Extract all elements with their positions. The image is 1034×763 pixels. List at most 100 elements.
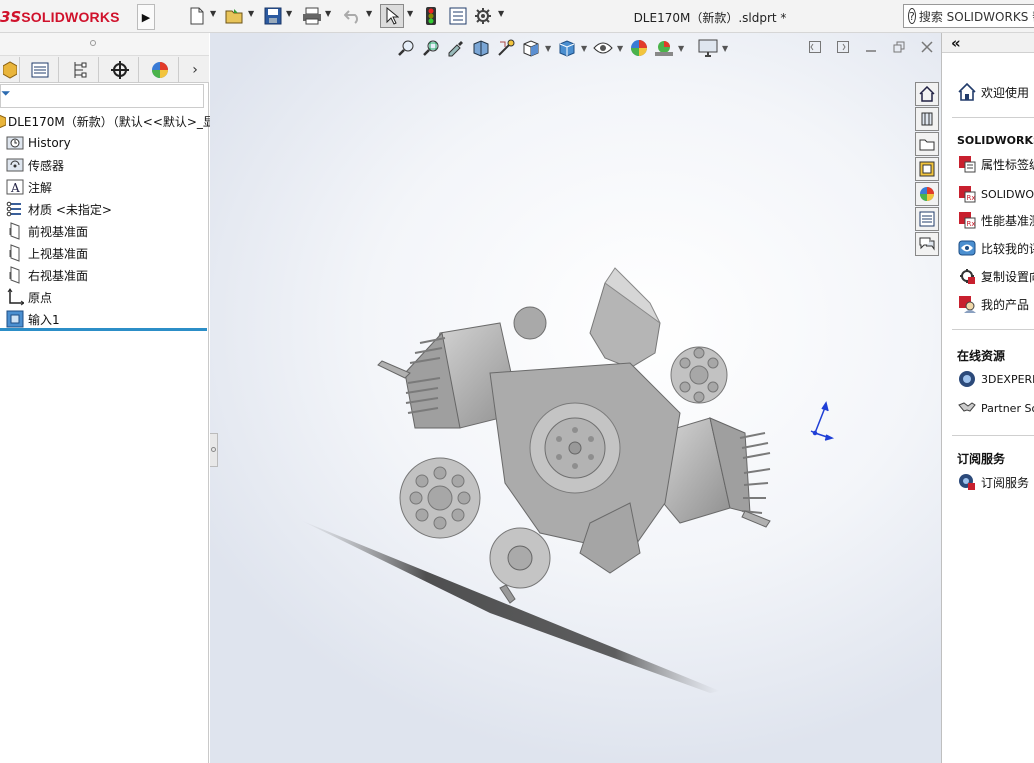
tab-scroll-right[interactable]: ›: [181, 57, 209, 82]
property-tab-builder-link[interactable]: 属性标签编制程序: [957, 153, 1034, 175]
property-manager-tab[interactable]: [21, 57, 59, 82]
file-properties-icon[interactable]: [447, 5, 469, 27]
intake-manifold: [513, 267, 661, 369]
tool-label: 我的产品: [981, 297, 1030, 312]
custom-properties-tab[interactable]: [915, 207, 939, 231]
ds-logo-mark: 3S: [0, 8, 22, 26]
tree-item-imported-1[interactable]: 输入1: [5, 308, 60, 330]
welcome-label: 欢迎使用: [981, 85, 1030, 100]
history-icon: [5, 134, 25, 152]
plane-icon: [5, 266, 25, 284]
traffic-light-icon[interactable]: [420, 5, 442, 27]
collapse-pane-icon[interactable]: «: [951, 34, 961, 52]
my-products-link[interactable]: 我的产品: [957, 293, 1029, 315]
tree-item-label: 原点: [28, 290, 53, 305]
tools-section-title: SOLIDWORKS 工具: [957, 134, 1034, 147]
tree-item-annotations[interactable]: A 注解: [5, 176, 52, 198]
compare-score-icon: [957, 238, 977, 258]
undo-dropdown-icon[interactable]: ▼: [366, 9, 372, 18]
feature-manager-panel: › ⏷ DLE170M（新款）（默认<<默认>_显示状态 1>） History…: [0, 33, 284, 763]
feature-manager-tab[interactable]: [0, 57, 20, 82]
tree-item-front-plane[interactable]: 前视基准面: [5, 220, 88, 242]
tree-item-sensors[interactable]: 传感器: [5, 154, 64, 176]
annotation-icon: A: [5, 178, 25, 196]
rollback-bar[interactable]: [0, 328, 207, 331]
help-search-input[interactable]: ? 搜索 SOLIDWORKS 帮助: [903, 4, 1034, 28]
new-dropdown-icon[interactable]: ▼: [210, 9, 216, 18]
graphics-area[interactable]: ▼ ▼ ▼ ▼ ▼: [210, 33, 941, 763]
copy-settings-link[interactable]: 复制设置向导: [957, 265, 1034, 287]
undo-icon[interactable]: [342, 5, 364, 27]
welcome-link[interactable]: 欢迎使用: [957, 81, 1029, 103]
print-dropdown-icon[interactable]: ▼: [325, 9, 331, 18]
appearances-tab[interactable]: [915, 182, 939, 206]
tree-item-label: 传感器: [28, 158, 65, 173]
subscription-link[interactable]: 订阅服务: [957, 471, 1029, 493]
task-pane-tab-strip: [915, 82, 939, 257]
engine-model-render[interactable]: [210, 33, 941, 763]
options-dropdown-icon[interactable]: ▼: [498, 9, 504, 18]
dimxpert-tab[interactable]: [101, 57, 139, 82]
partner-solutions-icon: [957, 398, 977, 418]
tool-label: 复制设置向导: [981, 269, 1034, 284]
tree-item-history[interactable]: History: [5, 132, 71, 154]
save-icon[interactable]: [262, 5, 284, 27]
property-tab-builder-icon: [957, 154, 977, 174]
upper-right-disc: [670, 346, 728, 404]
select-dropdown-icon[interactable]: ▼: [407, 9, 413, 18]
3dexperience-link[interactable]: 3DEXPERIENCE Marketplace: [957, 368, 1034, 390]
plane-icon: [5, 244, 25, 262]
open-icon[interactable]: [224, 5, 246, 27]
search-placeholder: 搜索 SOLIDWORKS 帮助: [918, 9, 1034, 24]
title-bar: 3S SOLIDWORKS ▶ ▼ ▼ ▼ ▼ ▼ ▼ ▼ DLE170M（新款…: [0, 0, 1034, 33]
task-pane: « 欢迎使用 SOLIDWORKS 工具 属性标签编制程序 Rx SOLIDWO…: [941, 33, 1034, 763]
tree-item-right-plane[interactable]: 右视基准面: [5, 264, 88, 286]
select-icon[interactable]: [380, 4, 404, 28]
options-gear-icon[interactable]: [472, 5, 494, 27]
benchmark-link[interactable]: Rx 性能基准测试: [957, 209, 1034, 231]
tree-item-label: 右视基准面: [28, 268, 89, 283]
divider: [952, 117, 1034, 118]
solidworks-resources-tab[interactable]: [915, 82, 939, 106]
tree-item-top-plane[interactable]: 上视基准面: [5, 242, 88, 264]
solidworks-wordmark: SOLIDWORKS: [21, 9, 120, 25]
help-question-icon: ?: [908, 8, 916, 24]
divider: [952, 435, 1034, 436]
online-label: 3DEXPERIENCE Marketplace: [981, 372, 1034, 386]
3dexperience-icon: [957, 369, 977, 389]
subscription-section-title: 订阅服务: [957, 452, 1006, 466]
tree-item-label: 注解: [28, 180, 53, 195]
open-dropdown-icon[interactable]: ▼: [248, 9, 254, 18]
panel-grip[interactable]: [0, 33, 209, 55]
configuration-manager-tab[interactable]: [61, 57, 99, 82]
subscription-icon: [957, 472, 977, 492]
solidworks-rx-icon: Rx: [957, 184, 977, 204]
compare-score-link[interactable]: 比较我的评分: [957, 237, 1034, 259]
tree-item-material[interactable]: 材质 <未指定>: [5, 198, 112, 220]
view-palette-tab[interactable]: [915, 157, 939, 181]
online-label: Partner Solutions: [981, 401, 1034, 415]
part-icon: [0, 112, 6, 130]
solidworks-logo[interactable]: 3S SOLIDWORKS: [0, 5, 120, 29]
partner-solutions-link[interactable]: Partner Solutions: [957, 397, 1034, 419]
tree-item-label: History: [28, 136, 71, 150]
tool-label: SOLIDWORKS Rx: [981, 187, 1034, 201]
tree-filter-input[interactable]: ⏷: [0, 84, 204, 108]
forum-tab[interactable]: [915, 232, 939, 256]
solidworks-rx-link[interactable]: Rx SOLIDWORKS Rx: [957, 183, 1034, 205]
file-explorer-tab[interactable]: [915, 132, 939, 156]
display-manager-tab[interactable]: [141, 57, 179, 82]
save-dropdown-icon[interactable]: ▼: [286, 9, 292, 18]
design-library-tab[interactable]: [915, 107, 939, 131]
divider: [952, 329, 1034, 330]
print-icon[interactable]: [301, 5, 323, 27]
tree-item-origin[interactable]: 原点: [5, 286, 52, 308]
grip-dot-icon: [90, 40, 96, 46]
benchmark-icon: Rx: [957, 210, 977, 230]
play-arrow-icon: ▶: [141, 10, 151, 24]
my-products-icon: [957, 294, 977, 314]
menu-expand-button[interactable]: ▶: [137, 4, 155, 30]
copy-settings-icon: [957, 266, 977, 286]
svg-text:Rx: Rx: [967, 220, 976, 228]
new-document-icon[interactable]: [186, 5, 208, 27]
